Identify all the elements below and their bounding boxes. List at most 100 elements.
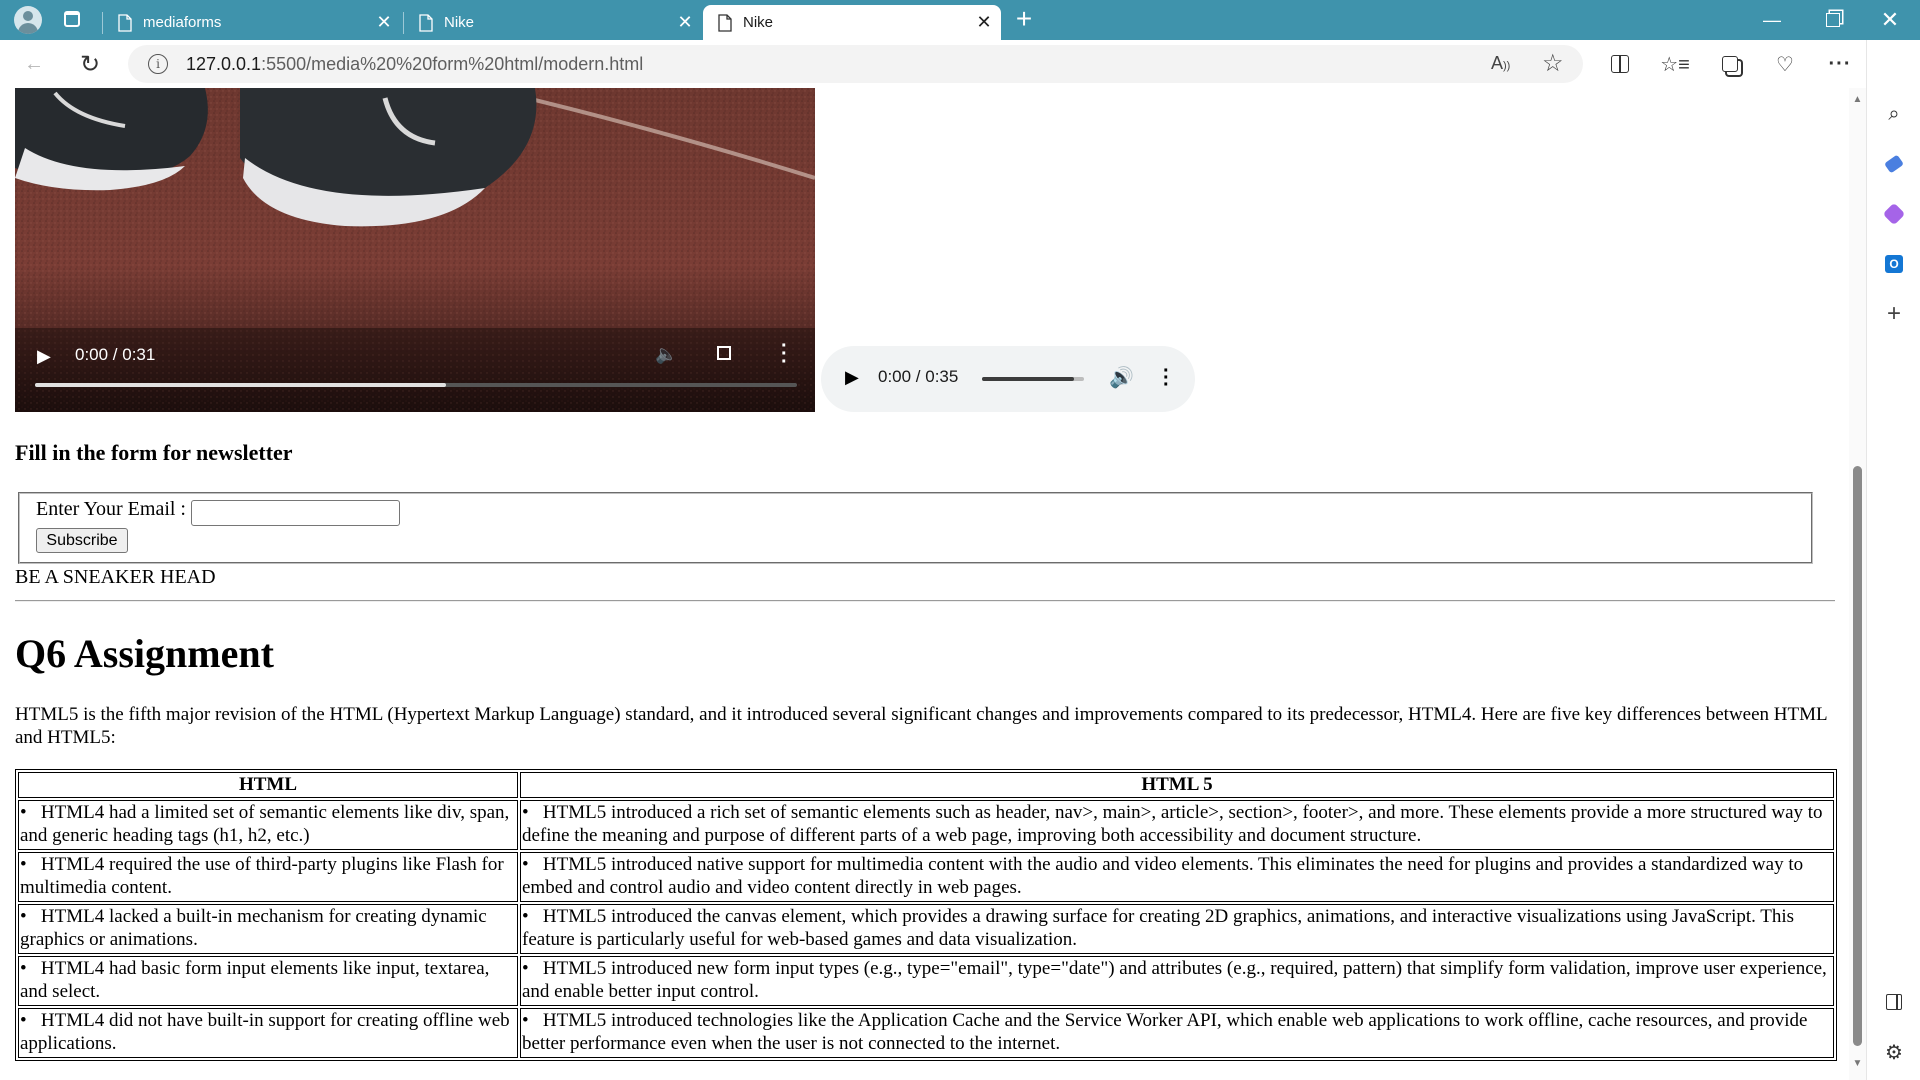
address-toolbar: ← ↻ i 127.0.0.1:5500/media%20%20form%20h… — [0, 40, 1920, 89]
tab-nike-active[interactable]: Nike ✕ — [703, 5, 1001, 40]
cell-text: HTML4 required the use of third-party pl… — [20, 854, 504, 898]
site-info-icon[interactable]: i — [148, 54, 168, 74]
scroll-up-arrow-icon[interactable]: ▲ — [1852, 94, 1863, 105]
url-host: 127.0.0.1 — [186, 54, 262, 74]
tab-title: mediaforms — [143, 14, 222, 31]
cell-text: HTML4 did not have built-in support for … — [20, 1010, 510, 1054]
subscribe-button[interactable]: Subscribe — [36, 528, 128, 553]
cell-text: HTML4 had a limited set of semantic elem… — [20, 802, 510, 846]
close-tab-icon[interactable]: ✕ — [973, 12, 995, 33]
table-cell: • HTML4 required the use of third-party … — [18, 852, 518, 902]
tab-actions-icon[interactable] — [64, 11, 80, 27]
cell-text: HTML5 introduced the canvas element, whi… — [522, 906, 1795, 950]
table-cell: • HTML4 did not have built-in support fo… — [18, 1008, 518, 1058]
table-cell: • HTML5 introduced native support for mu… — [520, 852, 1834, 902]
table-cell: • HTML5 introduced technologies like the… — [520, 1008, 1834, 1058]
shopping-tag-icon[interactable] — [1867, 144, 1920, 184]
horizontal-rule — [15, 600, 1835, 602]
restore-button[interactable] — [1805, 0, 1861, 40]
audio-play-button[interactable]: ▶ — [845, 367, 859, 388]
table-row: • HTML4 had a limited set of semantic el… — [18, 800, 1834, 850]
tab-title: Nike — [444, 14, 475, 31]
page-viewport: ▶ 0:00 / 0:31 🔈 · · · ▶ 0:00 / 0:35 🔊 · · · … — [0, 88, 1849, 1080]
hide-sidebar-icon[interactable] — [1867, 982, 1920, 1022]
cell-text: HTML4 had basic form input elements like… — [20, 958, 490, 1002]
newsletter-heading: Fill in the form for newsletter — [15, 440, 293, 465]
comparison-table: HTML HTML 5 • HTML4 had a limited set of… — [15, 769, 1837, 1061]
tab-strip: mediaforms ✕ Nike ✕ Nike ✕ + — ✕ — [0, 0, 1920, 40]
video-player[interactable]: ▶ 0:00 / 0:31 🔈 · · · — [15, 88, 815, 412]
table-row: • HTML4 had basic form input elements li… — [18, 956, 1834, 1006]
table-cell: • HTML4 had basic form input elements li… — [18, 956, 518, 1006]
fullscreen-icon[interactable] — [717, 346, 731, 360]
cell-text: HTML5 introduced technologies like the A… — [522, 1010, 1808, 1054]
video-options-icon[interactable]: · · · — [781, 336, 788, 372]
address-bar[interactable]: i 127.0.0.1:5500/media%20%20form%20html/… — [128, 45, 1583, 83]
url-text: 127.0.0.1:5500/media%20%20form%20html/mo… — [186, 45, 643, 83]
cell-text: HTML5 introduced a rich set of semantic … — [522, 802, 1823, 846]
close-tab-icon[interactable]: ✕ — [674, 12, 696, 33]
tab-mediaforms[interactable]: mediaforms ✕ — [103, 5, 401, 40]
column-header-html: HTML — [18, 772, 518, 798]
cell-text: HTML4 lacked a built-in mechanism for cr… — [20, 906, 487, 950]
video-time: 0:00 / 0:31 — [75, 345, 156, 364]
page-icon — [419, 13, 433, 32]
video-progress-fill — [35, 383, 447, 387]
table-row: • HTML4 lacked a built-in mechanism for … — [18, 904, 1834, 954]
split-screen-icon[interactable] — [1600, 40, 1640, 88]
scrollbar-thumb[interactable] — [1853, 466, 1862, 1046]
page-icon — [118, 13, 132, 32]
audio-volume-icon[interactable]: 🔊 — [1109, 365, 1134, 390]
video-mute-icon[interactable]: 🔈 — [655, 344, 677, 365]
favorite-star-icon[interactable]: ☆ — [1542, 49, 1564, 78]
browser-essentials-icon[interactable]: ♡ — [1765, 40, 1805, 88]
collections-icon[interactable] — [1710, 40, 1750, 88]
table-cell: • HTML4 lacked a built-in mechanism for … — [18, 904, 518, 954]
restore-icon — [1826, 13, 1840, 27]
tab-nike-1[interactable]: Nike ✕ — [404, 5, 702, 40]
intro-paragraph: HTML5 is the fifth major revision of the… — [15, 704, 1827, 748]
edge-sidebar: ⌕ O + ⚙ — [1866, 40, 1920, 1080]
newsletter-form: Enter Your Email : Subscribe — [18, 492, 1813, 564]
table-cell: • HTML5 introduced new form input types … — [520, 956, 1834, 1006]
scroll-down-arrow-icon[interactable]: ▼ — [1852, 1058, 1863, 1069]
table-cell: • HTML5 introduced the canvas element, w… — [520, 904, 1834, 954]
page-title: Q6 Assignment — [15, 631, 274, 676]
cell-text: HTML5 introduced new form input types (e… — [522, 958, 1827, 1002]
search-icon[interactable]: ⌕ — [1867, 94, 1920, 134]
settings-gear-icon[interactable]: ⚙ — [1867, 1032, 1920, 1072]
video-progress-track[interactable] — [35, 383, 797, 387]
table-cell: • HTML4 had a limited set of semantic el… — [18, 800, 518, 850]
close-tab-icon[interactable]: ✕ — [373, 12, 395, 33]
email-label: Enter Your Email : — [36, 498, 186, 520]
refresh-button[interactable]: ↻ — [70, 40, 110, 88]
read-aloud-icon[interactable]: A)) — [1491, 53, 1510, 74]
minimize-button[interactable]: — — [1744, 0, 1800, 40]
audio-time: 0:00 / 0:35 — [878, 367, 959, 386]
audio-volume-fill — [982, 377, 1074, 381]
tagline-text: BE A SNEAKER HEAD — [15, 566, 216, 588]
more-options-icon[interactable]: ··· — [1820, 40, 1860, 88]
cell-text: HTML5 introduced native support for mult… — [522, 854, 1804, 898]
audio-player[interactable]: ▶ 0:00 / 0:35 🔊 · · · — [821, 346, 1195, 412]
video-play-button[interactable]: ▶ — [37, 346, 51, 367]
email-field[interactable] — [191, 500, 400, 526]
favorites-icon[interactable]: ☆≡ — [1655, 40, 1695, 88]
table-header-row: HTML HTML 5 — [18, 772, 1834, 798]
new-tab-button[interactable]: + — [1008, 4, 1040, 36]
games-icon[interactable] — [1867, 194, 1920, 234]
close-window-button[interactable]: ✕ — [1862, 0, 1918, 40]
tab-title: Nike — [743, 14, 774, 31]
table-cell: • HTML5 introduced a rich set of semanti… — [520, 800, 1834, 850]
audio-options-icon[interactable]: · · · — [1163, 361, 1170, 395]
profile-avatar-icon[interactable] — [14, 6, 42, 34]
back-button[interactable]: ← — [14, 40, 54, 88]
url-path: :5500/media%20%20form%20html/modern.html — [261, 54, 644, 74]
add-sidebar-app-icon[interactable]: + — [1867, 294, 1920, 334]
page-icon — [718, 13, 732, 32]
outlook-icon[interactable]: O — [1867, 244, 1920, 284]
table-row: • HTML4 required the use of third-party … — [18, 852, 1834, 902]
table-row: • HTML4 did not have built-in support fo… — [18, 1008, 1834, 1058]
page-scrollbar[interactable]: ▲ ▼ — [1849, 88, 1866, 1080]
audio-progress-track[interactable] — [982, 377, 1084, 381]
